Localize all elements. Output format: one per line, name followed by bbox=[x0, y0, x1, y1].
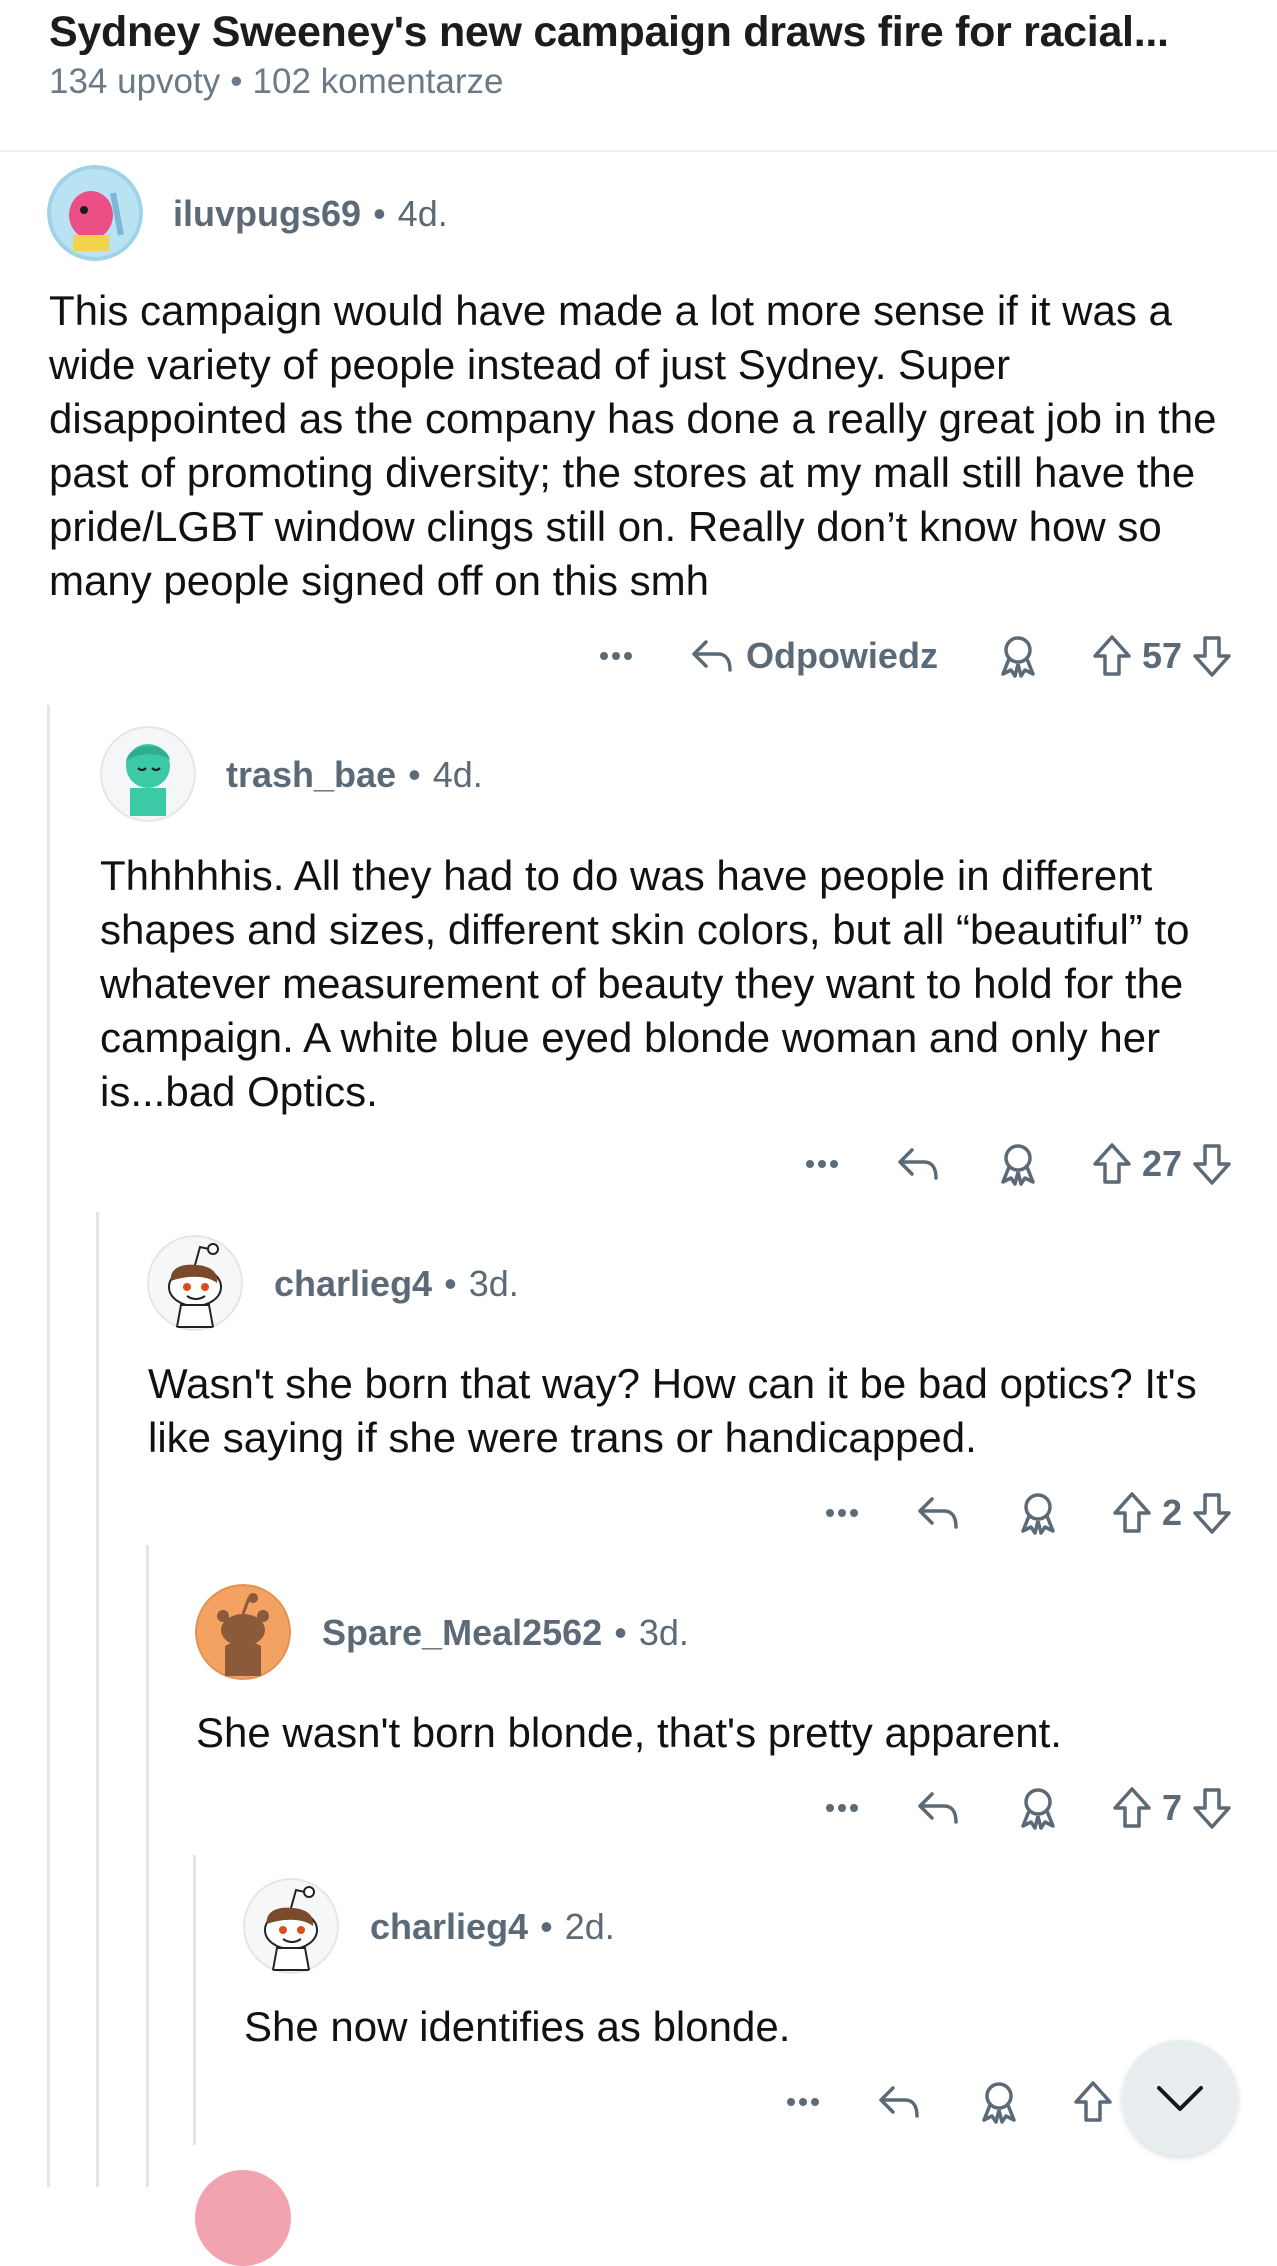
avatar-image-icon bbox=[100, 726, 196, 822]
reply-button[interactable] bbox=[875, 2082, 923, 2122]
comment-actions: 2 bbox=[822, 1483, 1236, 1543]
comment-body: Wasn't she born that way? How can it be … bbox=[148, 1360, 1197, 1461]
vote-count: 57 bbox=[1141, 635, 1182, 676]
next-comment-avatar[interactable] bbox=[195, 2170, 291, 2266]
avatar-image-icon bbox=[47, 165, 143, 261]
comment-age: 2d. bbox=[564, 1906, 615, 1947]
username[interactable]: Spare_Meal2562 • 3d. bbox=[322, 1612, 689, 1654]
more-icon[interactable] bbox=[802, 1154, 842, 1174]
award-icon[interactable] bbox=[1014, 1489, 1062, 1537]
upvote-icon[interactable] bbox=[1108, 1784, 1156, 1832]
comment-actions: 7 bbox=[822, 1778, 1236, 1838]
vote-count: 2 bbox=[1161, 1492, 1182, 1533]
award-icon[interactable] bbox=[975, 2078, 1023, 2126]
downvote-icon[interactable] bbox=[1188, 1489, 1236, 1537]
downvote-icon[interactable] bbox=[1188, 1784, 1236, 1832]
award-icon[interactable] bbox=[994, 632, 1042, 680]
upvote-icon[interactable] bbox=[1069, 2078, 1117, 2126]
username[interactable]: trash_bae • 4d. bbox=[226, 754, 483, 796]
comment-body: This campaign would have made a lot more… bbox=[49, 287, 1217, 604]
separator-dot: • bbox=[540, 1906, 553, 1947]
post-meta: 134 upvoty • 102 komentarze bbox=[49, 62, 504, 102]
avatar[interactable] bbox=[147, 1235, 243, 1331]
comment-actions bbox=[783, 2072, 1117, 2132]
thread-line[interactable] bbox=[96, 1212, 99, 2187]
comment-age: 4d. bbox=[432, 754, 483, 795]
comment-body: She now identifies as blonde. bbox=[244, 2003, 791, 2050]
username[interactable]: iluvpugs69 • 4d. bbox=[173, 193, 448, 235]
reply-button[interactable] bbox=[914, 1788, 962, 1828]
separator-dot: • bbox=[444, 1263, 457, 1304]
upvote-icon[interactable] bbox=[1088, 1140, 1136, 1188]
username-text: iluvpugs69 bbox=[173, 193, 362, 234]
snoo-avatar-icon bbox=[195, 1584, 291, 1680]
vote-count: 7 bbox=[1161, 1787, 1182, 1828]
avatar[interactable] bbox=[47, 165, 143, 261]
reply-button[interactable] bbox=[894, 1144, 942, 1184]
comment-actions: 27 bbox=[802, 1134, 1236, 1194]
award-icon[interactable] bbox=[994, 1140, 1042, 1188]
thread-line[interactable] bbox=[47, 705, 50, 2187]
downvote-icon[interactable] bbox=[1188, 632, 1236, 680]
post-title[interactable]: Sydney Sweeney's new campaign draws fire… bbox=[49, 8, 1169, 57]
comment-age: 4d. bbox=[397, 193, 448, 234]
thread-line[interactable] bbox=[193, 1855, 196, 2145]
more-icon[interactable] bbox=[596, 646, 636, 666]
chevron-down-icon bbox=[1157, 2086, 1203, 2111]
vote-count: 27 bbox=[1141, 1143, 1182, 1184]
username-text: charlieg4 bbox=[274, 1263, 433, 1304]
separator-dot: • bbox=[373, 193, 386, 234]
upvote-icon[interactable] bbox=[1088, 632, 1136, 680]
thread-line[interactable] bbox=[146, 1545, 149, 2187]
avatar[interactable] bbox=[195, 1584, 291, 1680]
avatar[interactable] bbox=[243, 1878, 339, 1974]
award-icon[interactable] bbox=[1014, 1784, 1062, 1832]
reply-button[interactable]: Odpowiedz bbox=[688, 635, 938, 677]
separator-dot: • bbox=[614, 1612, 627, 1653]
more-icon[interactable] bbox=[822, 1798, 862, 1818]
comment-age: 3d. bbox=[638, 1612, 689, 1653]
jump-next-button[interactable] bbox=[1122, 2040, 1238, 2156]
comment-age: 3d. bbox=[468, 1263, 519, 1304]
username[interactable]: charlieg4 • 3d. bbox=[274, 1263, 519, 1305]
comment-body: She wasn't born blonde, that's pretty ap… bbox=[196, 1709, 1062, 1756]
comment-body: Thhhhhis. All they had to do was have pe… bbox=[100, 852, 1190, 1115]
upvote-icon[interactable] bbox=[1108, 1489, 1156, 1537]
username[interactable]: charlieg4 • 2d. bbox=[370, 1906, 615, 1948]
reply-button[interactable] bbox=[914, 1493, 962, 1533]
comment-count: 102 komentarze bbox=[252, 62, 504, 101]
comment-actions: Odpowiedz 57 bbox=[596, 626, 1236, 686]
reply-label: Odpowiedz bbox=[745, 635, 938, 676]
username-text: Spare_Meal2562 bbox=[322, 1612, 603, 1653]
downvote-icon[interactable] bbox=[1188, 1140, 1236, 1188]
post-header: Sydney Sweeney's new campaign draws fire… bbox=[0, 0, 1277, 152]
username-text: trash_bae bbox=[226, 754, 397, 795]
username-text: charlieg4 bbox=[370, 1906, 529, 1947]
upvote-count: 134 upvoty bbox=[49, 62, 221, 101]
more-icon[interactable] bbox=[822, 1503, 862, 1523]
avatar[interactable] bbox=[100, 726, 196, 822]
more-icon[interactable] bbox=[783, 2092, 823, 2112]
separator-dot: • bbox=[230, 62, 243, 101]
separator-dot: • bbox=[408, 754, 421, 795]
snoo-avatar-icon bbox=[243, 1878, 339, 1974]
snoo-avatar-icon bbox=[147, 1235, 243, 1331]
